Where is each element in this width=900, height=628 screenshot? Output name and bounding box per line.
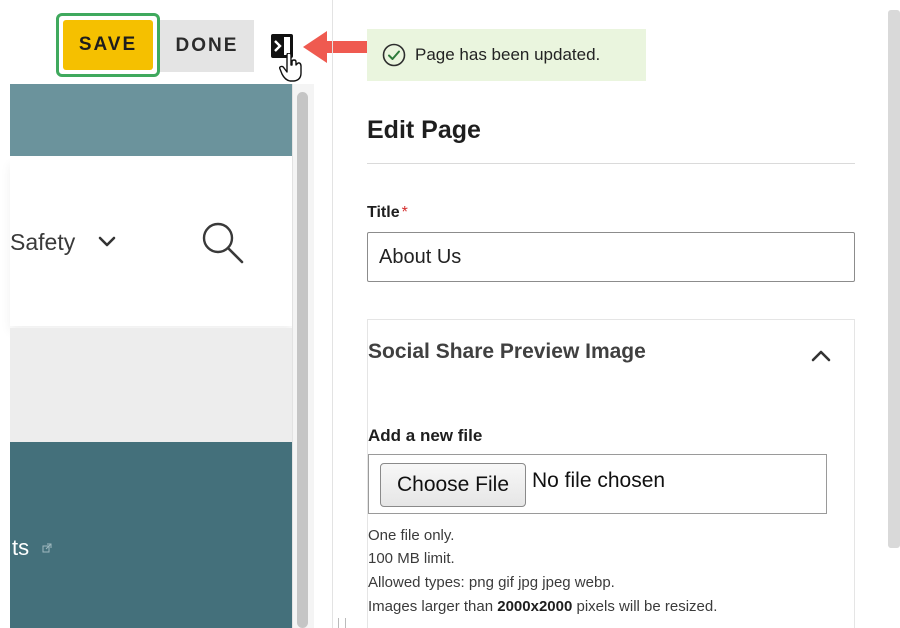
save-button[interactable]: SAVE xyxy=(56,13,160,77)
preview-scrollbar-thumb[interactable] xyxy=(297,92,308,628)
preview-footer-link[interactable]: ts xyxy=(12,535,29,561)
external-link-icon xyxy=(42,543,52,553)
page-editor-screen: Safety ts SAVE DONE Page has been update… xyxy=(0,0,900,628)
title-label-text: Title xyxy=(367,204,400,221)
page-preview-pane: Safety ts xyxy=(0,0,346,628)
file-status-text: No file chosen xyxy=(532,469,666,492)
done-button[interactable]: DONE xyxy=(160,20,254,72)
preview-footer-band xyxy=(10,442,292,628)
title-input[interactable] xyxy=(367,232,855,282)
add-file-label: Add a new file xyxy=(368,426,483,445)
help-file-count: One file only. xyxy=(368,527,455,544)
heading-divider xyxy=(367,163,855,164)
preview-content-band xyxy=(10,328,292,442)
required-marker: * xyxy=(401,204,408,221)
social-share-heading[interactable]: Social Share Preview Image xyxy=(368,340,646,364)
pane-resize-handle[interactable] xyxy=(338,618,346,628)
notification-message: Page has been updated. xyxy=(415,45,601,64)
preview-nav-item[interactable]: Safety xyxy=(10,229,75,256)
help-allowed-types: Allowed types: png gif jpg jpeg webp. xyxy=(368,574,615,591)
help-resize-dimensions: 2000x2000 xyxy=(497,598,573,615)
social-share-section: Social Share Preview Image Add a new fil… xyxy=(367,319,855,628)
title-field-label: Title * xyxy=(367,204,408,222)
help-resize-suffix: pixels will be resized. xyxy=(572,598,718,615)
pane-divider xyxy=(332,0,333,628)
check-circle-icon xyxy=(382,43,406,67)
edit-page-heading: Edit Page xyxy=(367,116,481,144)
help-size-limit: 100 MB limit. xyxy=(368,550,455,567)
edit-pane-scrollbar[interactable] xyxy=(888,10,900,548)
status-notification: Page has been updated. xyxy=(367,29,646,81)
search-icon[interactable] xyxy=(200,220,246,266)
file-upload-field[interactable]: Choose File No file chosen xyxy=(368,454,827,514)
chevron-up-icon[interactable] xyxy=(808,346,834,364)
help-resize-note: Images larger than 2000x2000 pixels will… xyxy=(368,598,717,615)
chevron-down-icon[interactable] xyxy=(96,234,118,250)
save-button-label: SAVE xyxy=(63,20,153,70)
help-resize-prefix: Images larger than xyxy=(368,598,498,615)
preview-header-band xyxy=(10,84,292,156)
choose-file-button[interactable]: Choose File xyxy=(380,463,526,507)
